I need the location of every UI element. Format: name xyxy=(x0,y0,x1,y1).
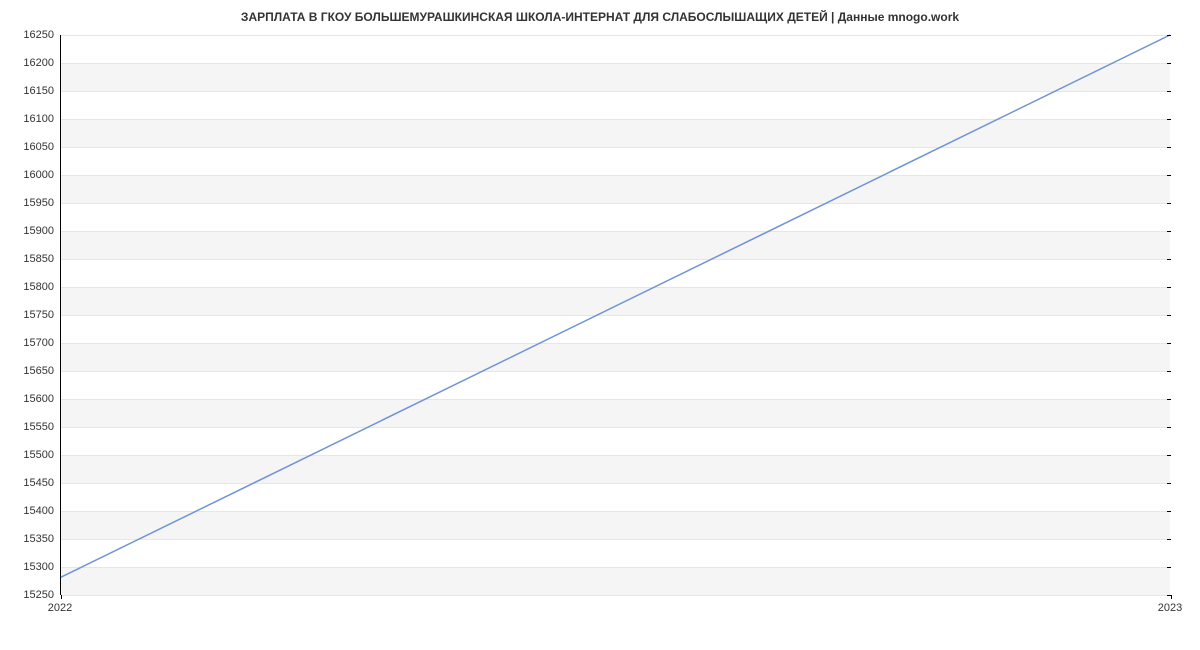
x-tick-label: 2023 xyxy=(1158,602,1182,614)
y-tickmark xyxy=(1167,35,1171,36)
y-tickmark xyxy=(1167,455,1171,456)
y-tickmark xyxy=(1167,287,1171,288)
x-tickmark xyxy=(1171,595,1172,599)
y-tick-label: 15600 xyxy=(23,393,54,405)
y-tick-label: 16250 xyxy=(23,29,54,41)
y-tickmark xyxy=(1167,427,1171,428)
y-tickmark xyxy=(1167,119,1171,120)
y-tick-label: 16100 xyxy=(23,113,54,125)
data-line xyxy=(61,35,1170,577)
y-tickmark xyxy=(1167,343,1171,344)
y-tick-label: 15700 xyxy=(23,337,54,349)
plot-area xyxy=(60,35,1170,595)
y-tick-label: 15650 xyxy=(23,365,54,377)
y-tickmark xyxy=(1167,63,1171,64)
y-tickmark xyxy=(1167,371,1171,372)
y-tickmark xyxy=(1167,175,1171,176)
y-tickmark xyxy=(1167,259,1171,260)
chart-title: ЗАРПЛАТА В ГКОУ БОЛЬШЕМУРАШКИНСКАЯ ШКОЛА… xyxy=(0,10,1200,24)
y-tickmark xyxy=(1167,539,1171,540)
y-tick-label: 15850 xyxy=(23,253,54,265)
y-tick-label: 15750 xyxy=(23,309,54,321)
y-tick-label: 16200 xyxy=(23,57,54,69)
x-tickmark xyxy=(61,595,62,599)
y-tickmark xyxy=(1167,231,1171,232)
y-tick-label: 15350 xyxy=(23,533,54,545)
y-tick-label: 15950 xyxy=(23,197,54,209)
y-tick-label: 15300 xyxy=(23,561,54,573)
y-tick-label: 15800 xyxy=(23,281,54,293)
x-tick-label: 2022 xyxy=(48,602,72,614)
y-tick-label: 15550 xyxy=(23,421,54,433)
y-tick-label: 15500 xyxy=(23,449,54,461)
salary-chart: ЗАРПЛАТА В ГКОУ БОЛЬШЕМУРАШКИНСКАЯ ШКОЛА… xyxy=(0,0,1200,650)
y-tick-label: 15450 xyxy=(23,477,54,489)
y-tick-label: 15400 xyxy=(23,505,54,517)
y-tickmark xyxy=(1167,91,1171,92)
y-tickmark xyxy=(1167,483,1171,484)
y-tickmark xyxy=(1167,315,1171,316)
chart-svg xyxy=(61,35,1170,594)
y-tick-label: 15250 xyxy=(23,589,54,601)
y-tickmark xyxy=(1167,203,1171,204)
y-tickmark xyxy=(1167,567,1171,568)
y-tick-label: 16000 xyxy=(23,169,54,181)
y-tick-label: 16150 xyxy=(23,85,54,97)
y-tick-label: 16050 xyxy=(23,141,54,153)
y-tickmark xyxy=(1167,511,1171,512)
y-gridline xyxy=(61,595,1170,596)
y-tickmark xyxy=(1167,147,1171,148)
y-tick-label: 15900 xyxy=(23,225,54,237)
y-tickmark xyxy=(1167,399,1171,400)
